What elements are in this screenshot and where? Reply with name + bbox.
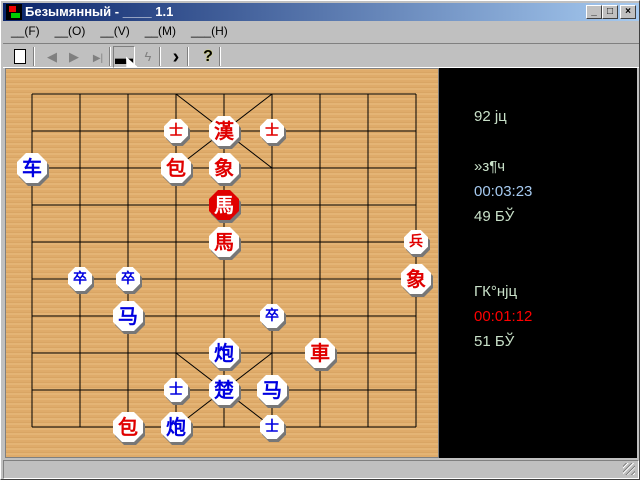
blue-piece[interactable]: 马 bbox=[257, 375, 287, 405]
toolbar: 🗋◀▶▶|▬ϟ›? bbox=[3, 43, 639, 68]
toolbar-separator bbox=[33, 47, 35, 66]
blue-piece[interactable]: 楚 bbox=[209, 375, 239, 405]
red-piece[interactable]: 包 bbox=[161, 153, 191, 183]
red-piece[interactable]: 兵 bbox=[404, 230, 428, 254]
red-piece[interactable]: 象 bbox=[209, 153, 239, 183]
go-button[interactable]: › bbox=[165, 46, 187, 68]
next-icon: ▶ bbox=[69, 49, 79, 64]
game-board[interactable]: 漢士士包象馬馬兵象車包车卒卒马卒炮楚士马炮士 bbox=[5, 68, 439, 458]
blue-piece[interactable]: 炮 bbox=[209, 338, 239, 368]
menu-file[interactable]: __(F) bbox=[3, 22, 47, 41]
player1-time: 00:03:23 bbox=[474, 183, 533, 200]
last-move-button[interactable]: ▶| bbox=[87, 46, 109, 68]
resize-grip[interactable] bbox=[623, 463, 635, 475]
title-bar: Безымянный - ____ 1.1 _ □ × bbox=[3, 3, 639, 21]
close-button[interactable]: × bbox=[620, 5, 636, 19]
info-panel: 92 jц »з¶ч 00:03:23 49 БЎ ГК°нjц 00:01:1… bbox=[439, 68, 637, 458]
menu-help[interactable]: ___(H) bbox=[183, 22, 235, 41]
next-button[interactable]: ▶ bbox=[63, 46, 85, 68]
status-bar bbox=[3, 460, 639, 479]
help-button[interactable]: ? bbox=[197, 46, 219, 68]
player2-label: ГК°нjц bbox=[474, 283, 518, 300]
maximize-button[interactable]: □ bbox=[602, 5, 618, 19]
red-piece[interactable]: 士 bbox=[164, 119, 188, 143]
toolbar-separator bbox=[159, 47, 161, 66]
blue-piece[interactable]: 卒 bbox=[68, 267, 92, 291]
player2-time: 00:01:12 bbox=[474, 308, 533, 325]
red-piece[interactable]: 象 bbox=[401, 264, 431, 294]
window-title: Безымянный - ____ 1.1 bbox=[25, 4, 174, 19]
toolbar-separator bbox=[109, 47, 111, 66]
go-icon: › bbox=[172, 46, 180, 68]
red-piece[interactable]: 車 bbox=[305, 338, 335, 368]
hint-button[interactable]: ϟ bbox=[137, 46, 159, 68]
red-piece[interactable]: 漢 bbox=[209, 116, 239, 146]
first-move-button[interactable]: ◀ bbox=[41, 46, 63, 68]
app-icon[interactable] bbox=[6, 4, 22, 20]
blue-piece[interactable]: 马 bbox=[113, 301, 143, 331]
first-move-icon: ◀ bbox=[47, 49, 57, 64]
blue-piece[interactable]: 卒 bbox=[260, 304, 284, 328]
player1-steps: 49 БЎ bbox=[474, 208, 515, 225]
help-icon: ? bbox=[203, 48, 213, 65]
hint-icon: ϟ bbox=[144, 49, 152, 64]
blue-piece[interactable]: 炮 bbox=[161, 412, 191, 442]
menu-view[interactable]: __(V) bbox=[92, 22, 136, 41]
red-piece-selected[interactable]: 馬 bbox=[209, 190, 239, 220]
player2-steps: 51 БЎ bbox=[474, 333, 515, 350]
blue-piece[interactable]: 士 bbox=[164, 378, 188, 402]
toolbar-separator bbox=[219, 47, 221, 66]
last-move-icon: ▶| bbox=[92, 53, 104, 64]
red-piece[interactable]: 包 bbox=[113, 412, 143, 442]
app-window: Безымянный - ____ 1.1 _ □ × __(F) __(O) … bbox=[0, 0, 640, 480]
blue-piece[interactable]: 卒 bbox=[116, 267, 140, 291]
red-piece[interactable]: 士 bbox=[260, 119, 284, 143]
new-button[interactable]: 🗋 bbox=[9, 46, 31, 68]
move-count: 92 jц bbox=[474, 108, 507, 125]
blue-piece[interactable]: 车 bbox=[17, 153, 47, 183]
red-piece[interactable]: 馬 bbox=[209, 227, 239, 257]
toolbar-separator bbox=[187, 47, 189, 66]
new-icon: 🗋 bbox=[14, 49, 26, 64]
menu-move[interactable]: __(M) bbox=[137, 22, 183, 41]
menu-options[interactable]: __(O) bbox=[47, 22, 93, 41]
minimize-button[interactable]: _ bbox=[586, 5, 602, 19]
player1-label: »з¶ч bbox=[474, 158, 506, 175]
blue-piece[interactable]: 士 bbox=[260, 415, 284, 439]
menu-bar: __(F) __(O) __(V) __(M) ___(H) bbox=[3, 22, 235, 41]
